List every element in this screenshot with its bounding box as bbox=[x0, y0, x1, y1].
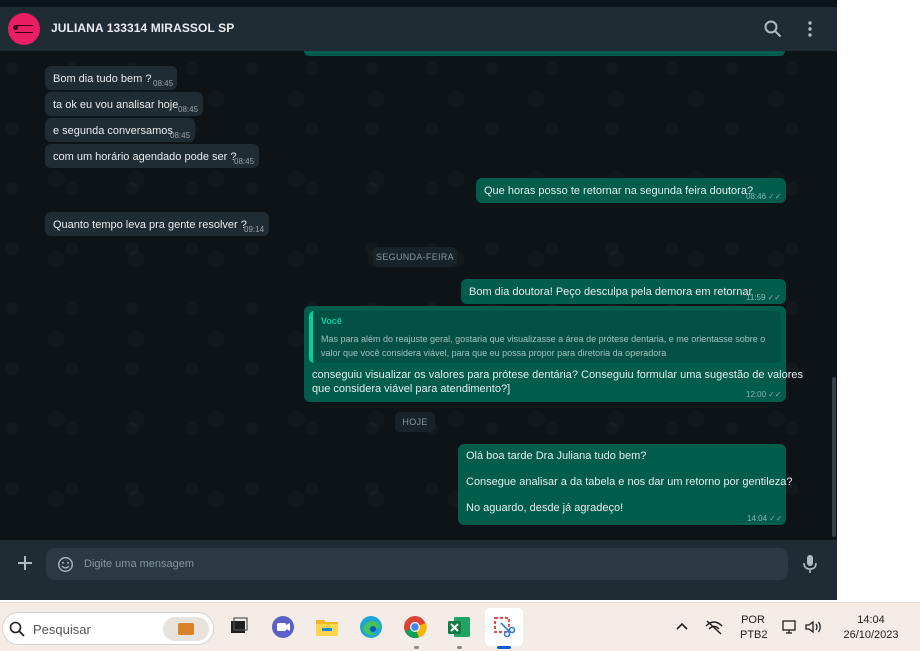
read-ticks-icon: ✓✓ bbox=[768, 390, 782, 399]
microphone-icon[interactable] bbox=[801, 554, 819, 574]
message-line: No aguardo, desde já agradeço! bbox=[466, 502, 624, 514]
clock-date: 26/10/2023 bbox=[843, 629, 899, 641]
message-time: 09:14 bbox=[244, 225, 265, 234]
message-text: Olá boa tarde Dra Juliana tudo bem? Cons… bbox=[466, 450, 793, 515]
read-ticks-icon: ✓✓ bbox=[768, 192, 782, 201]
message-time: 08:45 bbox=[153, 79, 174, 88]
meet-icon[interactable] bbox=[269, 613, 297, 641]
message-outgoing[interactable]: Que horas posso te retornar na segunda f… bbox=[476, 178, 786, 203]
message-text: Bom dia doutora! Peço desculpa pela demo… bbox=[469, 286, 753, 298]
keyboard-layout: PTB2 bbox=[740, 629, 768, 641]
system-clock[interactable]: 14:04 26/10/2023 bbox=[838, 613, 904, 643]
message-incoming[interactable]: ta ok eu vou analisar hoje 08:45 bbox=[45, 92, 203, 116]
quote-text: Mas para além do reajuste geral, gostari… bbox=[321, 334, 766, 358]
attach-plus-icon[interactable] bbox=[15, 553, 35, 573]
search-highlight-icon[interactable] bbox=[163, 617, 209, 641]
date-divider: HOJE bbox=[395, 412, 435, 432]
message-input-placeholder: Digite uma mensagem bbox=[84, 558, 195, 570]
clock-time: 14:04 bbox=[857, 614, 885, 626]
emoji-icon[interactable] bbox=[57, 556, 74, 573]
message-line: que considera viável para atendimento?] bbox=[312, 383, 511, 395]
message-line: Consegue analisar a da tabela e nos dar … bbox=[466, 476, 793, 488]
search-icon bbox=[9, 621, 25, 637]
message-text: ta ok eu vou analisar hoje bbox=[53, 99, 179, 111]
message-text: Que horas posso te retornar na segunda f… bbox=[484, 185, 754, 197]
avatar-logo-icon bbox=[13, 25, 33, 33]
message-time: 12:00 ✓✓ bbox=[746, 390, 782, 399]
message-text: e segunda conversamos bbox=[53, 125, 173, 137]
quoted-message[interactable]: Você Mas para além do reajuste geral, go… bbox=[309, 311, 781, 363]
language-code: POR bbox=[741, 614, 765, 626]
message-outgoing[interactable]: Olá boa tarde Dra Juliana tudo bem? Cons… bbox=[458, 444, 793, 525]
file-explorer-icon[interactable] bbox=[313, 613, 341, 641]
message-time: 08:45 bbox=[178, 105, 199, 114]
message-time: 08:45 bbox=[234, 157, 255, 166]
active-app-indicator bbox=[497, 646, 511, 649]
message-text: Bom dia tudo bem ? bbox=[53, 73, 152, 85]
whatsapp-window: JULIANA 133314 MIRASSOL SP Bom dia tudo … bbox=[0, 0, 837, 600]
running-app-indicator bbox=[457, 646, 462, 649]
message-incoming[interactable]: e segunda conversamos 08:45 bbox=[45, 118, 195, 142]
menu-dots-icon[interactable] bbox=[798, 17, 822, 41]
taskbar-search[interactable]: Pesquisar bbox=[2, 612, 214, 645]
message-time: 08:46 ✓✓ bbox=[746, 192, 782, 201]
message-outgoing-reply[interactable]: Você Mas para além do reajuste geral, go… bbox=[304, 306, 803, 402]
excel-icon[interactable] bbox=[445, 613, 473, 641]
message-time: 14:04 ✓✓ bbox=[747, 514, 783, 523]
message-list[interactable]: Bom dia tudo bem ? 08:45 ta ok eu vou an… bbox=[0, 51, 837, 540]
contact-avatar[interactable] bbox=[8, 13, 40, 45]
message-time: 08:45 bbox=[170, 131, 191, 140]
message-line: conseguiu visualizar os valores para pró… bbox=[312, 369, 803, 381]
message-input[interactable]: Digite uma mensagem bbox=[46, 548, 788, 580]
quote-author: Você bbox=[321, 316, 342, 326]
message-composer: Digite uma mensagem bbox=[0, 540, 837, 588]
message-line: Olá boa tarde Dra Juliana tudo bem? bbox=[466, 450, 647, 462]
edge-icon[interactable] bbox=[357, 613, 385, 641]
chrome-icon[interactable] bbox=[401, 613, 429, 641]
chat-scrollbar[interactable] bbox=[832, 377, 836, 537]
windows-taskbar: Pesquisar POR PTB2 14:04 26/10/2023 bbox=[0, 602, 920, 651]
message-outgoing[interactable]: Bom dia doutora! Peço desculpa pela demo… bbox=[461, 279, 786, 304]
message-incoming[interactable]: Quanto tempo leva pra gente resolver ? 0… bbox=[45, 212, 269, 236]
window-bottom-edge bbox=[0, 588, 837, 600]
date-divider: SEGUNDA-FEIRA bbox=[373, 247, 457, 267]
message-incoming[interactable]: Bom dia tudo bem ? 08:45 bbox=[45, 66, 177, 90]
read-ticks-icon: ✓✓ bbox=[769, 514, 783, 523]
taskbar-search-placeholder: Pesquisar bbox=[33, 622, 91, 637]
contact-name[interactable]: JULIANA 133314 MIRASSOL SP bbox=[51, 21, 234, 35]
monitor-icon[interactable] bbox=[781, 618, 799, 636]
network-offline-icon[interactable] bbox=[704, 618, 724, 636]
chevron-up-icon[interactable] bbox=[675, 620, 689, 634]
message-text: Quanto tempo leva pra gente resolver ? bbox=[53, 219, 247, 231]
message-text: com um horário agendado pode ser ? bbox=[53, 151, 237, 163]
snipping-tool-icon[interactable] bbox=[490, 613, 518, 641]
message-text: conseguiu visualizar os valores para pró… bbox=[312, 368, 803, 396]
running-app-indicator bbox=[414, 646, 419, 649]
task-view-icon[interactable] bbox=[225, 613, 253, 641]
volume-icon[interactable] bbox=[804, 618, 824, 636]
message-incoming[interactable]: com um horário agendado pode ser ? 08:45 bbox=[45, 144, 259, 168]
search-icon[interactable] bbox=[761, 17, 785, 41]
read-ticks-icon: ✓✓ bbox=[767, 293, 781, 302]
input-language[interactable]: POR PTB2 bbox=[740, 613, 768, 643]
previous-message-edge bbox=[304, 51, 785, 56]
message-time: 11:59 ✓✓ bbox=[746, 293, 781, 302]
chat-header: JULIANA 133314 MIRASSOL SP bbox=[0, 7, 837, 51]
